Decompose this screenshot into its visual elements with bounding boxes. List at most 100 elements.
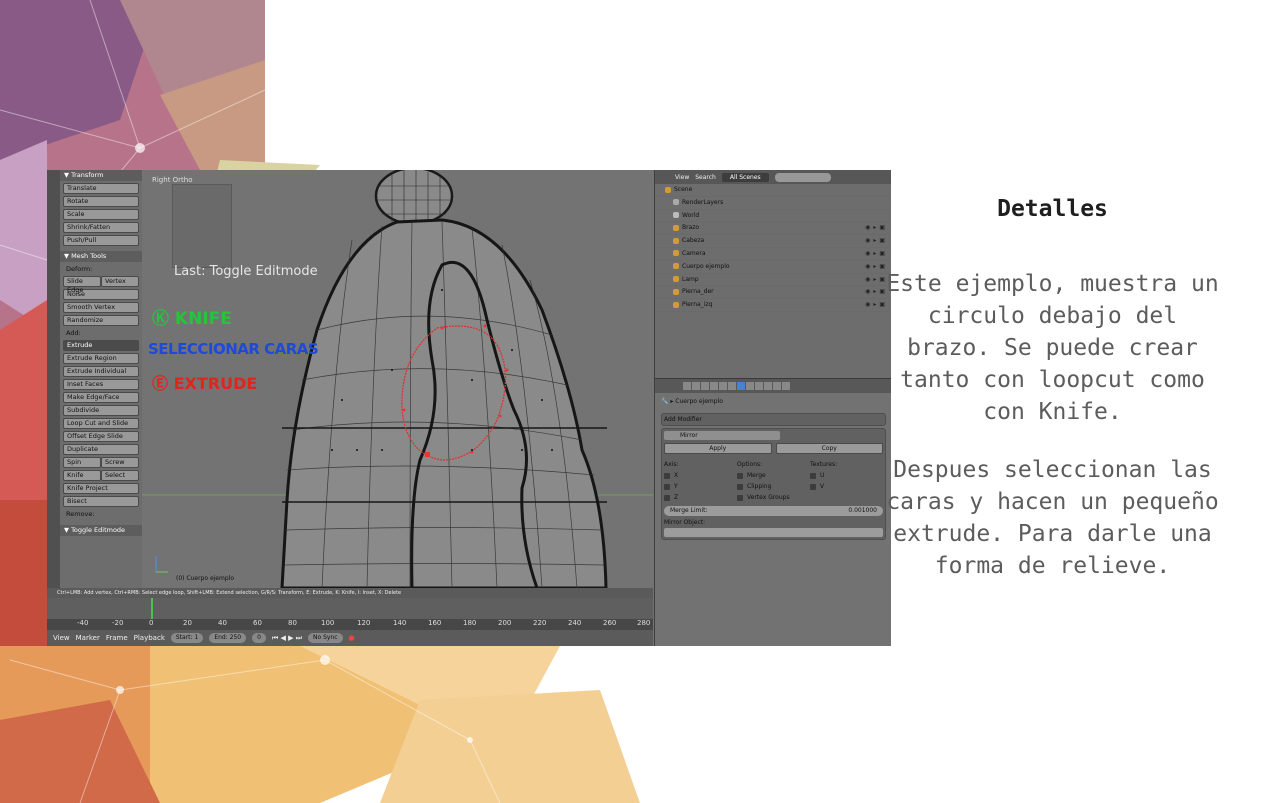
smooth-vertex-button[interactable]: Smooth Vertex — [63, 302, 139, 313]
rotate-button[interactable]: Rotate — [63, 196, 139, 207]
navigation-thumbnail — [172, 184, 232, 268]
tool-shelf-tabs[interactable] — [47, 170, 60, 610]
outliner-row[interactable]: Cabeza ◉▸▣ — [655, 235, 891, 248]
axis-z-checkbox[interactable]: Z — [664, 492, 737, 503]
playback-menu[interactable]: Playback — [134, 634, 165, 642]
handwritten-select-note: SELECCIONAR CARAS — [148, 340, 319, 358]
sync-dropdown[interactable]: No Sync — [308, 633, 343, 643]
add-modifier-dropdown[interactable]: Add Modifier — [661, 413, 886, 426]
status-bar: Ctrl+LMB: Add vertex, Ctrl+RMB: Select e… — [47, 588, 653, 598]
transform-panel-header[interactable]: ▼ Transform — [60, 170, 142, 181]
object-icon — [673, 237, 679, 244]
object-name-label: (0) Cuerpo ejemplo — [176, 575, 234, 582]
knife-project-button[interactable]: Knife Project — [63, 483, 139, 494]
screw-button[interactable]: Screw — [101, 457, 139, 468]
extrude-region-button[interactable]: Extrude Region — [63, 353, 139, 364]
axis-x-checkbox[interactable]: X — [664, 470, 737, 481]
handwritten-knife-note: Ⓚ KNIFE — [152, 309, 232, 329]
object-icon — [673, 224, 679, 231]
current-frame-field[interactable]: 0 — [252, 633, 266, 643]
outliner-row[interactable]: Pierna_izq ◉▸▣ — [655, 299, 891, 312]
outliner-search-input[interactable] — [774, 172, 831, 182]
make-edge-face-button[interactable]: Make Edge/Face — [63, 392, 139, 403]
deform-label: Deform: — [66, 265, 93, 273]
subdivide-button[interactable]: Subdivide — [63, 405, 139, 416]
slide-vertex-button[interactable]: Vertex — [101, 276, 139, 287]
inset-faces-button[interactable]: Inset Faces — [63, 379, 139, 390]
merge-checkbox[interactable]: Merge — [737, 470, 810, 481]
object-name-row: 🔧 ▸ Cuerpo ejemplo — [661, 398, 723, 405]
mesh-tools-panel-header[interactable]: ▼ Mesh Tools — [60, 251, 142, 262]
mirror-object-label: Mirror Object: — [664, 519, 706, 526]
renderlayers-icon — [673, 199, 679, 206]
knife-select-button[interactable]: Select — [101, 470, 139, 481]
axis-y-checkbox[interactable]: Y — [664, 481, 737, 492]
clipping-checkbox[interactable]: Clipping — [737, 481, 810, 492]
axis-label: Axis: — [664, 461, 679, 468]
outliner-search-menu[interactable]: Search — [695, 174, 716, 181]
loop-cut-slide-button[interactable]: Loop Cut and Slide — [63, 418, 139, 429]
randomize-button[interactable]: Randomize — [63, 315, 139, 326]
marker-menu[interactable]: Marker — [76, 634, 100, 642]
outliner-row[interactable]: World — [655, 210, 891, 223]
toggle-editmode-panel[interactable]: ▼ Toggle Editmode — [60, 525, 142, 536]
knife-button[interactable]: Knife — [63, 470, 101, 481]
outliner-row[interactable]: Camera ◉▸▣ — [655, 248, 891, 261]
extrude-individual-button[interactable]: Extrude Individual — [63, 366, 139, 377]
camera-icon — [673, 250, 679, 257]
add-label: Add: — [66, 329, 81, 337]
handwritten-extrude-note: Ⓔ EXTRUDE — [152, 374, 258, 393]
apply-button[interactable]: Apply — [664, 443, 772, 454]
outliner-row[interactable]: Pierna_der ◉▸▣ — [655, 286, 891, 300]
outliner-row[interactable]: Brazo ◉▸▣ — [655, 222, 891, 236]
outliner-row[interactable]: Scene — [655, 184, 891, 197]
scale-button[interactable]: Scale — [63, 209, 139, 220]
view-title: Right Ortho — [152, 176, 193, 184]
texture-v-checkbox[interactable]: V — [810, 481, 883, 492]
modifier-name-field[interactable]: Mirror — [664, 431, 780, 440]
merge-limit-field[interactable]: Merge Limit: 0.001000 — [664, 506, 883, 516]
copy-button[interactable]: Copy — [775, 443, 883, 454]
offset-edge-slide-button[interactable]: Offset Edge Slide — [63, 431, 139, 442]
object-icon — [673, 301, 679, 308]
texture-u-checkbox[interactable]: U — [810, 470, 883, 481]
extrude-dropdown[interactable]: Extrude — [63, 340, 139, 351]
noise-button[interactable]: Noise — [63, 289, 139, 300]
view-menu[interactable]: View — [53, 634, 70, 642]
properties-tabs[interactable] — [655, 379, 891, 393]
slide-text: Detalles Este ejemplo, muestra un circul… — [885, 196, 1220, 608]
outliner-row[interactable]: Cuerpo ejemplo ◉▸▣ — [655, 261, 891, 274]
record-icon[interactable]: ● — [349, 634, 355, 642]
translate-button[interactable]: Translate — [63, 183, 139, 194]
outliner-panel: View Search All Scenes Scene RenderLayer… — [654, 170, 891, 378]
mirror-modifier-panel: Mirror Apply Copy Axis: X Y Z Options: M… — [661, 428, 886, 540]
bisect-button[interactable]: Bisect — [63, 496, 139, 507]
3d-viewport[interactable]: Right Ortho Last: Toggle Editmode Ⓚ KNIF… — [142, 170, 653, 588]
frame-menu[interactable]: Frame — [106, 634, 128, 642]
world-icon — [673, 212, 679, 219]
textures-label: Textures: — [810, 461, 838, 468]
scene-icon — [665, 186, 671, 193]
duplicate-button[interactable]: Duplicate — [63, 444, 139, 455]
axis-gizmo-icon — [155, 556, 168, 573]
outliner-view-menu[interactable]: View — [675, 174, 689, 181]
vertex-groups-checkbox[interactable]: Vertex Groups — [737, 492, 810, 503]
bg-shape-7 — [0, 500, 47, 646]
scene-filter-dropdown[interactable]: All Scenes — [721, 172, 769, 182]
mirror-object-field[interactable] — [664, 528, 883, 537]
spin-button[interactable]: Spin — [63, 457, 101, 468]
end-frame-field[interactable]: End: 250 — [209, 633, 247, 643]
timeline-ruler[interactable]: -40 -20 0 20 40 60 80 100 120 140 160 18… — [47, 619, 653, 630]
shrink-fatten-button[interactable]: Shrink/Fatten — [63, 222, 139, 233]
playback-controls[interactable]: ⏮ ◀ ▶ ⏭ — [272, 634, 302, 643]
blender-screenshot: ▼ Transform Translate Rotate Scale Shrin… — [47, 170, 891, 646]
start-frame-field[interactable]: Start: 1 — [170, 633, 204, 643]
timeline-panel[interactable]: -40 -20 0 20 40 60 80 100 120 140 160 18… — [47, 598, 653, 630]
outliner-row[interactable]: Lamp ◉▸▣ — [655, 274, 891, 287]
last-operator-label: Last: Toggle Editmode — [174, 264, 318, 279]
playhead[interactable] — [151, 598, 153, 619]
slide-edge-button[interactable]: Slide Edge — [63, 276, 101, 294]
outliner-row[interactable]: RenderLayers — [655, 197, 891, 210]
bg-shape-6 — [0, 300, 47, 520]
push-pull-button[interactable]: Push/Pull — [63, 235, 139, 246]
